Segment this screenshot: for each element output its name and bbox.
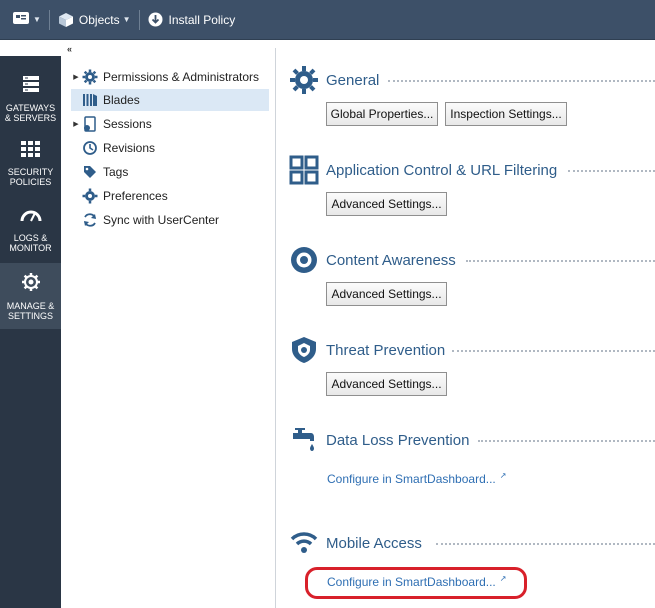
content-awareness-icon [288, 244, 320, 276]
rail-label-line1: GATEWAYS [5, 103, 56, 113]
rail-label-line1: SECURITY [7, 167, 54, 177]
wifi-icon [288, 527, 320, 559]
rail-label-line2: MONITOR [9, 243, 52, 253]
inspection-settings-button[interactable]: Inspection Settings... [445, 102, 567, 126]
section-title: Mobile Access [326, 534, 422, 552]
section-divider [388, 80, 655, 82]
advanced-settings-button[interactable]: Advanced Settings... [326, 372, 447, 396]
configure-smartdashboard-link[interactable]: Configure in SmartDashboard... ↗ [327, 471, 507, 487]
install-download-icon [148, 12, 163, 27]
tree-item-tags[interactable]: Tags [71, 161, 269, 183]
sync-icon [81, 212, 99, 228]
section-divider [568, 170, 655, 172]
section-divider [478, 440, 655, 442]
section-divider [452, 350, 655, 352]
gear-icon [21, 272, 41, 295]
tree-item-label: Tags [103, 165, 129, 179]
external-link-icon: ↗ [499, 471, 507, 480]
rail-label-line1: MANAGE & [6, 301, 55, 311]
section-title: Threat Prevention [326, 341, 446, 359]
section-title: Content Awareness [326, 251, 456, 269]
tree-item-label: Preferences [103, 189, 168, 203]
gear-icon [81, 69, 99, 85]
rail-item-security-policies[interactable]: SECURITY POLICIES [0, 131, 61, 197]
left-navigation-rail: GATEWAYS & SERVERS SECURITY POLICIES LOG… [0, 56, 61, 608]
rail-item-logs-monitor[interactable]: LOGS & MONITOR [0, 197, 61, 263]
tree-item-label: Sync with UserCenter [103, 213, 220, 227]
app-grid-icon [288, 154, 320, 186]
blades-content: General Global Properties... Inspection … [276, 40, 655, 608]
rail-label-line2: POLICIES [9, 177, 52, 187]
tree-item-label: Revisions [103, 141, 156, 155]
gauge-icon [20, 206, 42, 227]
expand-arrow-icon[interactable]: ▶ [71, 73, 81, 81]
tree-item-label: Blades [103, 93, 140, 107]
cube-icon [58, 12, 74, 28]
history-icon [81, 140, 99, 156]
tree-item-permissions[interactable]: ▶ Permissions & Administrators [71, 66, 269, 88]
collapse-pane-icon[interactable]: « [67, 44, 72, 54]
app-menu-button[interactable]: ▼ [0, 0, 41, 39]
rail-label-line2: SETTINGS [7, 311, 53, 321]
toolbar-divider [138, 9, 140, 30]
top-toolbar: ▼ Objects ▼ Install Policy [0, 0, 655, 40]
app-menu-icon [12, 11, 30, 28]
global-properties-button[interactable]: Global Properties... [326, 102, 438, 126]
settings-tree: « ▶ Permissions & Administrators Blades … [61, 40, 275, 608]
objects-menu-button[interactable]: Objects ▼ [58, 0, 131, 39]
red-highlight-annotation [305, 567, 527, 599]
advanced-settings-button[interactable]: Advanced Settings... [326, 192, 447, 216]
gear-icon [81, 188, 99, 204]
sessions-icon [81, 116, 99, 132]
rail-item-manage-settings[interactable]: MANAGE & SETTINGS [0, 263, 61, 329]
tree-item-sync-usercenter[interactable]: Sync with UserCenter [71, 209, 269, 231]
expand-arrow-icon[interactable]: ▶ [71, 120, 81, 128]
blades-icon [81, 92, 99, 108]
advanced-settings-button[interactable]: Advanced Settings... [326, 282, 447, 306]
tree-item-revisions[interactable]: Revisions [71, 137, 269, 159]
tree-item-blades[interactable]: Blades [71, 89, 269, 111]
tree-item-label: Permissions & Administrators [103, 70, 260, 84]
section-title: Data Loss Prevention [326, 431, 470, 449]
tree-item-sessions[interactable]: ▶ Sessions [71, 113, 269, 135]
tag-icon [81, 164, 99, 180]
section-divider [466, 260, 655, 262]
section-title: General [326, 71, 380, 89]
install-policy-button[interactable]: Install Policy [148, 0, 236, 39]
rail-label-line1: LOGS & [13, 233, 48, 243]
faucet-icon [288, 424, 320, 456]
link-label: Configure in SmartDashboard... [327, 472, 496, 486]
rail-label-line2: & SERVERS [4, 113, 57, 123]
policy-grid-icon [20, 140, 42, 161]
shield-icon [288, 334, 320, 366]
toolbar-divider [48, 9, 50, 30]
general-gear-icon [288, 64, 320, 96]
section-title: Application Control & URL Filtering [326, 161, 558, 179]
chevron-down-icon: ▼ [122, 15, 131, 24]
servers-icon [21, 74, 41, 97]
install-policy-label: Install Policy [168, 12, 236, 27]
tree-item-label: Sessions [103, 117, 152, 131]
tree-item-preferences[interactable]: Preferences [71, 185, 269, 207]
chevron-down-icon: ▼ [33, 15, 41, 24]
objects-label: Objects [78, 12, 120, 27]
section-divider [436, 543, 655, 545]
rail-item-gateways-servers[interactable]: GATEWAYS & SERVERS [0, 65, 61, 131]
